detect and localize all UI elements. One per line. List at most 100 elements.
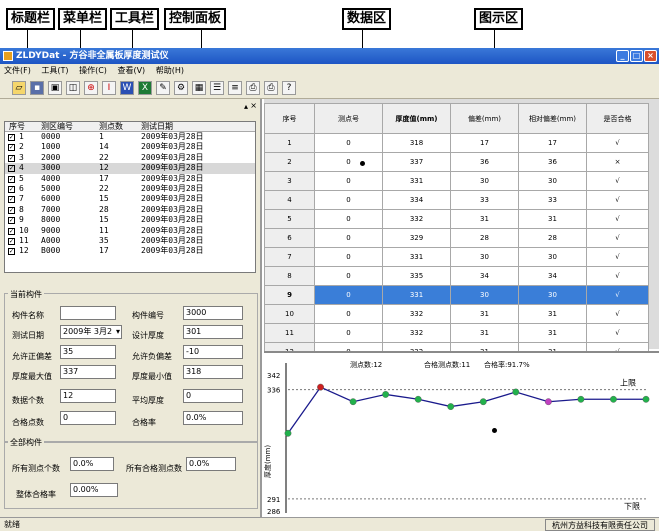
grid-cell[interactable]: √ xyxy=(586,304,649,324)
table-row[interactable]: 4 0 334 33 33 √ xyxy=(264,190,649,210)
date-picker[interactable]: 2009年 3月2 ▾ xyxy=(60,325,122,339)
checkbox[interactable]: ✓ xyxy=(8,196,15,204)
list-item[interactable]: ✓ 5 4000 17 2009年03月28日 xyxy=(5,174,255,184)
neg-tolerance-field[interactable]: -10 xyxy=(183,345,243,359)
grid-cell[interactable]: 31 xyxy=(450,209,519,229)
open-icon[interactable]: ▱ xyxy=(12,81,26,95)
grid-cell[interactable]: 28 xyxy=(450,228,519,248)
grid-cell[interactable]: 0 xyxy=(314,304,383,324)
col-header-points[interactable]: 测点数 xyxy=(99,122,123,132)
grid-cell[interactable]: 11 xyxy=(264,323,315,343)
table-row[interactable]: 10 0 332 31 31 √ xyxy=(264,304,649,324)
settings-icon[interactable]: ⚙ xyxy=(174,81,188,95)
list-item[interactable]: ✓ 12 B000 17 2009年03月28日 xyxy=(5,246,255,256)
grid-cell[interactable]: 0 xyxy=(314,323,383,343)
data-grid[interactable]: 序号 测点号 厚度值(mm) 偏差(mm) 相对偏差(mm) 是否合格 1 0 31… xyxy=(264,99,659,362)
grid-cell[interactable]: 30 xyxy=(450,247,519,267)
menu-tools[interactable]: 工具(T) xyxy=(41,66,68,75)
checkbox[interactable]: ✓ xyxy=(8,175,15,183)
grid-cell[interactable]: √ xyxy=(586,323,649,343)
grid-cell[interactable]: 334 xyxy=(382,190,451,210)
excel-export-icon[interactable]: X xyxy=(138,81,152,95)
grid-cell[interactable]: 17 xyxy=(450,133,519,153)
grid-cell[interactable]: 31 xyxy=(450,323,519,343)
grid-cell[interactable]: 31 xyxy=(518,323,587,343)
grid-cell[interactable]: √ xyxy=(586,133,649,153)
grid-cell[interactable]: 34 xyxy=(518,266,587,286)
checkbox[interactable]: ✓ xyxy=(8,185,15,193)
help-icon[interactable]: ? xyxy=(282,81,296,95)
grid-cell[interactable]: 31 xyxy=(518,304,587,324)
grid-cell[interactable]: 36 xyxy=(518,152,587,172)
grid-icon[interactable]: ▦ xyxy=(192,81,206,95)
grid-cell[interactable]: 2 xyxy=(264,152,315,172)
grid-cell[interactable]: 331 xyxy=(382,247,451,267)
maximize-icon[interactable]: □ xyxy=(630,50,643,62)
grid-cell[interactable]: 31 xyxy=(518,209,587,229)
checkbox[interactable]: ✓ xyxy=(8,144,15,152)
col-header-date[interactable]: 测试日期 xyxy=(141,122,173,132)
grid-cell[interactable]: 331 xyxy=(382,171,451,191)
list-item[interactable]: ✓ 6 5000 22 2009年03月28日 xyxy=(5,184,255,194)
col-header-no[interactable]: 序号 xyxy=(9,122,25,132)
close-icon[interactable]: × xyxy=(644,50,657,62)
panel-restore-icon[interactable]: ▴ xyxy=(244,102,248,111)
grid-cell[interactable]: 9 xyxy=(264,285,315,305)
grid-cell[interactable]: 1 xyxy=(264,133,315,153)
table-row[interactable]: 7 0 331 30 30 √ xyxy=(264,247,649,267)
grid-cell[interactable]: 318 xyxy=(382,133,451,153)
grid-cell[interactable]: 0 xyxy=(314,209,383,229)
grid-cell[interactable]: 332 xyxy=(382,209,451,229)
list-item[interactable]: ✓ 10 9000 11 2009年03月28日 xyxy=(5,226,255,236)
print-preview-icon[interactable]: ⎙ xyxy=(246,81,260,95)
checkbox[interactable]: ✓ xyxy=(8,227,15,235)
grid-cell[interactable]: 329 xyxy=(382,228,451,248)
table-row[interactable]: 11 0 332 31 31 √ xyxy=(264,323,649,343)
edit-icon[interactable]: ✎ xyxy=(156,81,170,95)
grid-cell[interactable]: 30 xyxy=(518,285,587,305)
grid-cell[interactable]: √ xyxy=(586,190,649,210)
grid-cell[interactable]: 6 xyxy=(264,228,315,248)
grid-cell[interactable]: √ xyxy=(586,285,649,305)
table-row[interactable]: 5 0 332 31 31 √ xyxy=(264,209,649,229)
design-thickness-field[interactable]: 301 xyxy=(183,325,243,339)
menu-file[interactable]: 文件(F) xyxy=(4,66,31,75)
grid-cell[interactable]: 10 xyxy=(264,304,315,324)
grid-cell[interactable]: 337 xyxy=(382,152,451,172)
grid-cell[interactable]: 8 xyxy=(264,266,315,286)
grid-cell[interactable]: √ xyxy=(586,266,649,286)
grid-cell[interactable]: 30 xyxy=(450,285,519,305)
grid-cell[interactable]: 17 xyxy=(518,133,587,153)
panel-close-icon[interactable]: × xyxy=(250,101,257,110)
grid-cell[interactable]: 332 xyxy=(382,304,451,324)
code-field[interactable]: 3000 xyxy=(183,306,243,320)
grid-cell[interactable]: 33 xyxy=(450,190,519,210)
align-icon[interactable]: ≡ xyxy=(228,81,242,95)
table-row[interactable]: 2 0 337 36 36 × xyxy=(264,152,649,172)
grid-cell[interactable]: 0 xyxy=(314,133,383,153)
grid-cell[interactable]: 7 xyxy=(264,247,315,267)
table-row[interactable]: 8 0 335 34 34 √ xyxy=(264,266,649,286)
grid-cell[interactable]: 28 xyxy=(518,228,587,248)
table-row[interactable]: 3 0 331 30 30 √ xyxy=(264,171,649,191)
save-icon[interactable]: ▪ xyxy=(30,81,44,95)
list-item[interactable]: ✓ 3 2000 22 2009年03月28日 xyxy=(5,153,255,163)
list-icon[interactable]: ☰ xyxy=(210,81,224,95)
list-item[interactable]: ✓ 7 6000 15 2009年03月28日 xyxy=(5,194,255,204)
grid-cell[interactable]: 31 xyxy=(450,304,519,324)
text-icon[interactable]: I xyxy=(102,81,116,95)
minimize-icon[interactable]: _ xyxy=(616,50,629,62)
col-header-code[interactable]: 测区编号 xyxy=(41,122,73,132)
grid-cell[interactable]: 0 xyxy=(314,247,383,267)
checkbox[interactable]: ✓ xyxy=(8,217,15,225)
grid-cell[interactable]: × xyxy=(586,152,649,172)
grid-cell[interactable]: √ xyxy=(586,247,649,267)
menu-view[interactable]: 查看(V) xyxy=(117,66,145,75)
grid-header-rel-deviation[interactable]: 相对偏差(mm) xyxy=(518,103,587,134)
grid-cell[interactable]: 5 xyxy=(264,209,315,229)
checkbox[interactable]: ✓ xyxy=(8,248,15,256)
grid-cell[interactable]: 30 xyxy=(518,171,587,191)
grid-cell[interactable]: 36 xyxy=(450,152,519,172)
checkbox[interactable]: ✓ xyxy=(8,237,15,245)
list-item[interactable]: ✓ 4 3000 12 2009年03月28日 xyxy=(5,163,255,174)
